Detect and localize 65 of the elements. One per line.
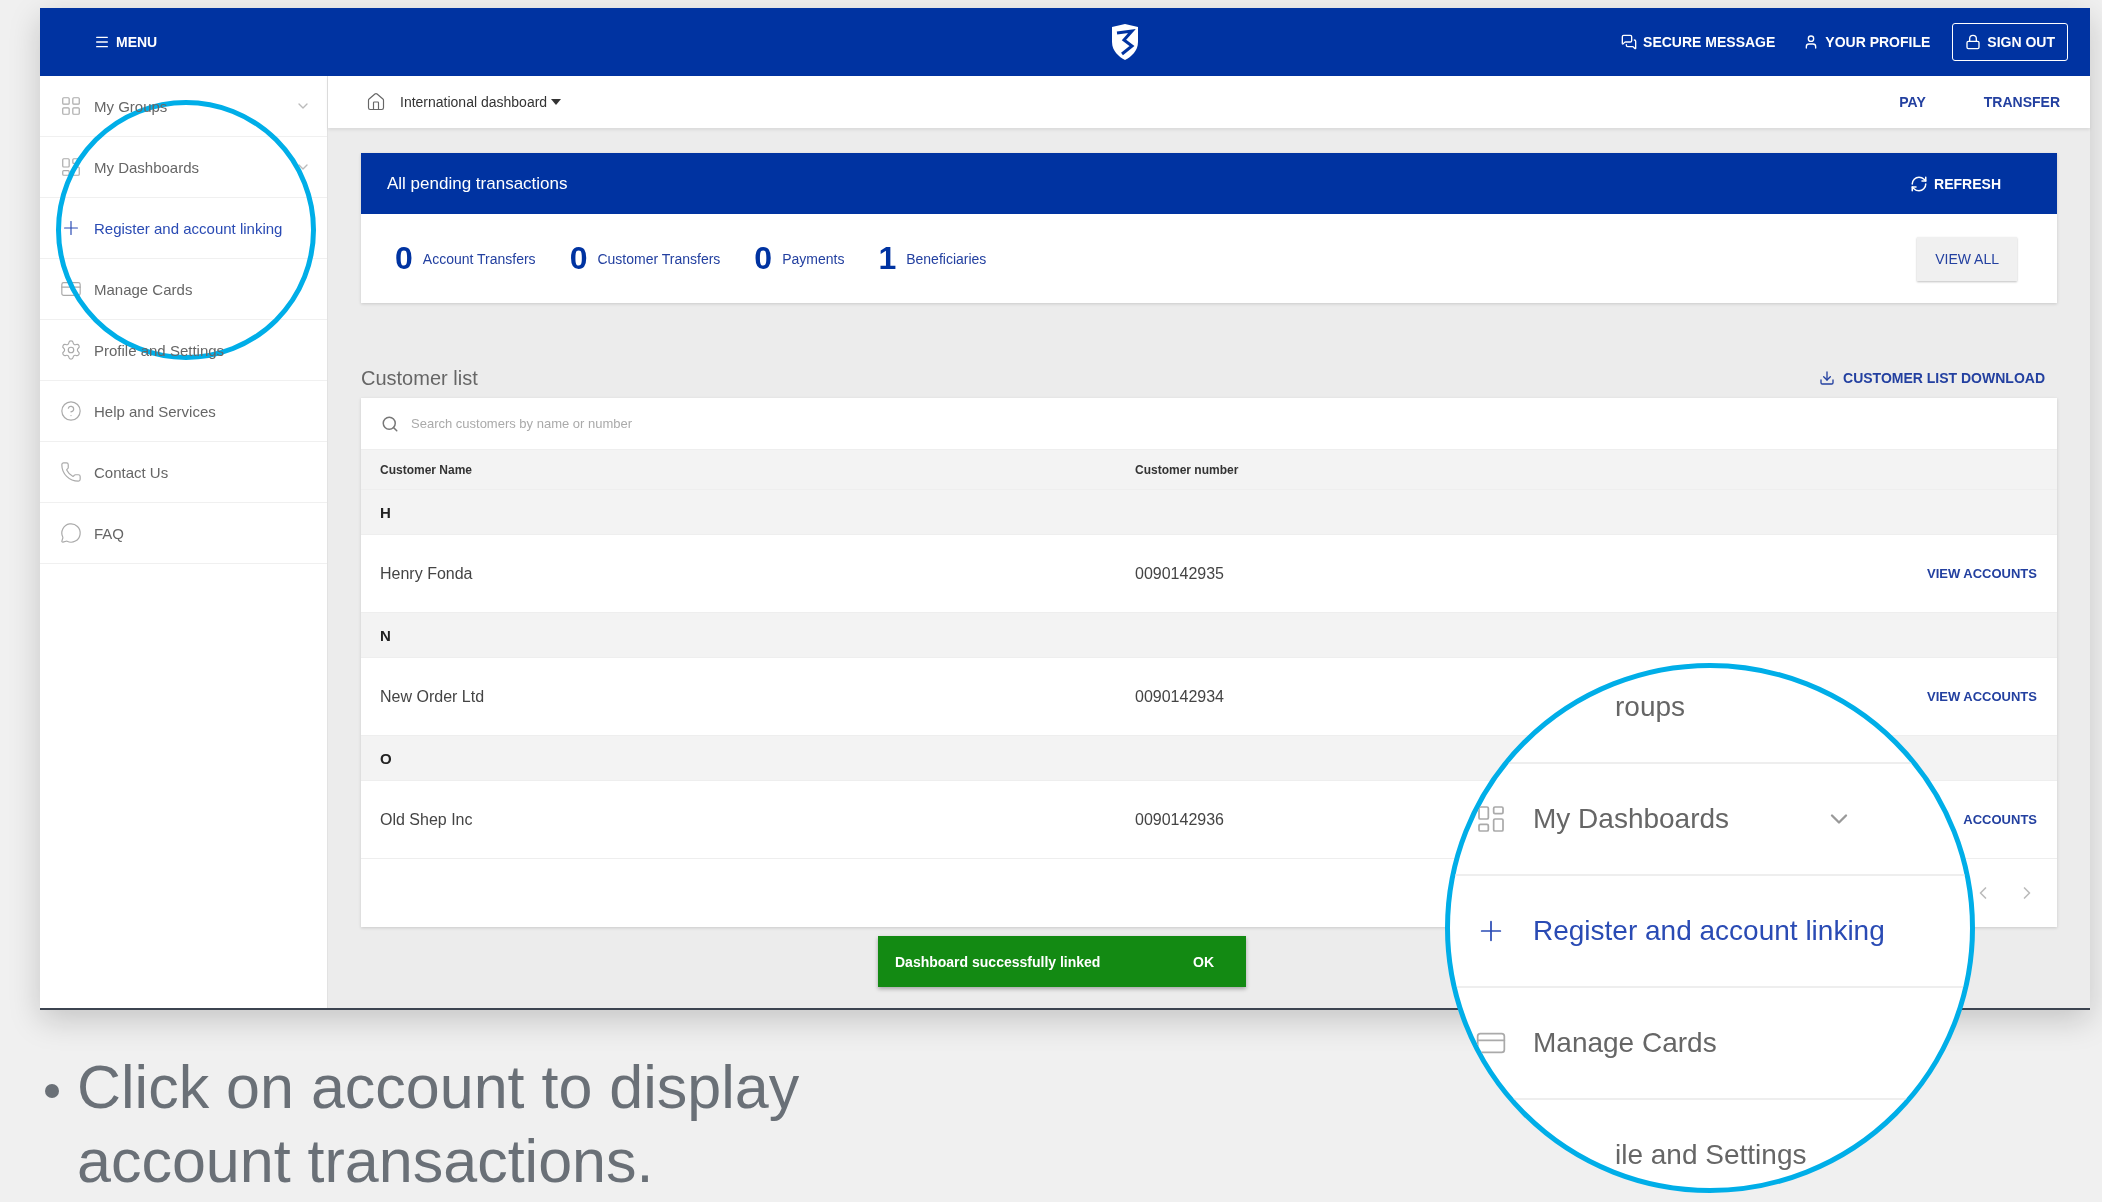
secure-message-link[interactable]: SECURE MESSAGE: [1621, 34, 1776, 50]
action-link[interactable]: TRANSFER: [1983, 94, 2060, 110]
toast-message: Dashboard successfully linked: [895, 953, 1101, 970]
group-letter: H: [380, 503, 392, 521]
settings-icon: [60, 339, 82, 361]
phone-icon: [60, 461, 82, 483]
customer-name: New Order Ltd: [380, 687, 485, 706]
card-title: All pending transactions: [387, 173, 569, 194]
ok-button[interactable]: OK: [1187, 952, 1220, 971]
home-icon[interactable]: [366, 92, 386, 112]
group-letter: O: [380, 749, 393, 767]
column-header: Customer Name: [380, 462, 474, 477]
sidebar-item[interactable]: Help and Services: [40, 381, 327, 442]
refresh-icon: [1910, 174, 1929, 193]
sidebar-item[interactable]: ile and Settings: [1615, 1139, 1807, 1171]
count-number: 0: [395, 240, 413, 277]
sidebar-item[interactable]: Manage Cards: [40, 259, 327, 320]
sidebar-item[interactable]: Contact Us: [40, 442, 327, 503]
lock-icon: [1965, 34, 1982, 50]
sign-out-button[interactable]: SIGN OUT: [1952, 23, 2068, 61]
action-link[interactable]: PAY: [1899, 94, 1926, 110]
sidebar-item[interactable]: My Dashboards: [1475, 803, 1854, 835]
view-accounts-link[interactable]: VIEW ACCOUNTS: [1926, 689, 2037, 704]
caption-text: Click on account to display account transactions.: [77, 1052, 801, 1197]
refresh-button[interactable]: REFRESH: [1904, 173, 2007, 194]
sidebar-item[interactable]: roups: [1615, 691, 1686, 723]
help-icon: [60, 400, 82, 422]
menu-button[interactable]: MENU: [94, 34, 158, 50]
customer-name: Henry Fonda: [380, 564, 473, 583]
dashboard-icon: [60, 156, 82, 178]
your-profile-link[interactable]: YOUR PROFILE: [1803, 34, 1931, 50]
sidebar-item[interactable]: Register and account linking: [40, 198, 327, 259]
count-label: Beneficiaries: [906, 250, 987, 267]
chat-icon: [60, 522, 82, 544]
sidebar-item[interactable]: Register and account linking: [1475, 915, 1885, 947]
count-number: 0: [569, 240, 588, 277]
customer-name: Old Shep Inc: [380, 810, 473, 829]
sidebar-item[interactable]: My Dashboards: [40, 137, 327, 198]
caret-icon: [551, 99, 562, 105]
shield-logo-icon: [1110, 24, 1141, 60]
customer-number: 0090142936: [1135, 810, 1224, 829]
view-accounts-link[interactable]: VIEW ACCOUNTS: [1926, 566, 2037, 581]
count-number: 1: [878, 240, 897, 277]
section-title: Customer list: [361, 366, 479, 390]
customer-number: 0090142935: [1135, 564, 1224, 583]
count-label: Customer Transfers: [597, 250, 721, 267]
count-label: Payments: [782, 250, 845, 267]
download-icon: [1819, 370, 1836, 386]
group-letter: N: [380, 626, 392, 644]
sidebar-item[interactable]: Manage Cards: [1475, 1027, 1717, 1059]
count-number: 0: [754, 240, 773, 277]
menu-icon: [94, 34, 110, 50]
download-link[interactable]: CUSTOMER LIST DOWNLOAD: [1819, 370, 2045, 386]
view-accounts-link[interactable]: ACCOUNTS: [1963, 812, 2037, 827]
search-icon: [381, 414, 399, 433]
chat-icon: [1621, 34, 1638, 50]
customer-number: 0090142934: [1135, 687, 1224, 706]
column-header: Customer number: [1135, 462, 1240, 477]
dashboard-dropdown[interactable]: International dashboard: [400, 94, 562, 110]
sidebar-item[interactable]: FAQ: [40, 503, 327, 564]
count-label: Account Transfers: [422, 250, 536, 267]
view-all-button[interactable]: VIEW ALL: [1917, 236, 2017, 281]
dashboard-icon: [1475, 803, 1507, 835]
bullet-icon: [45, 1084, 59, 1098]
grid-icon: [60, 95, 82, 117]
